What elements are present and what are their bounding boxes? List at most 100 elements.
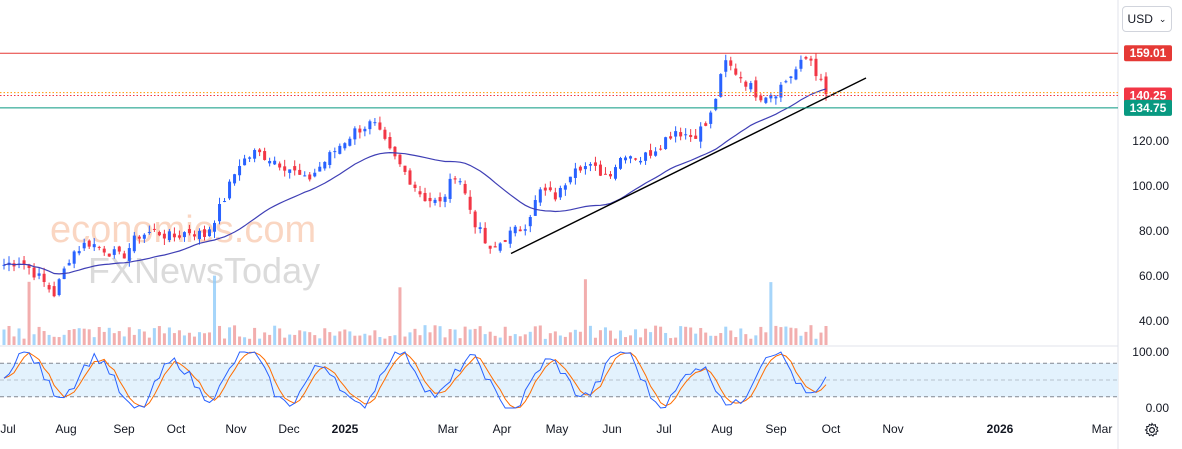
candle-body	[598, 164, 602, 176]
candle-body	[488, 245, 492, 249]
candle-body	[122, 253, 126, 259]
volume-bar	[563, 336, 567, 345]
candle-body	[704, 123, 708, 126]
candle-body	[493, 246, 497, 248]
candle-body	[548, 187, 552, 191]
price-chart[interactable]: economies.com FXNewsToday 40.0060.0080.0…	[0, 0, 1182, 449]
candle-body	[268, 160, 272, 164]
volume-bar	[137, 329, 141, 345]
volume-bar	[634, 329, 638, 345]
volume-bar	[824, 326, 828, 345]
volume-bar	[177, 330, 181, 345]
volume-bar	[749, 338, 753, 345]
volume-bar	[258, 338, 262, 345]
price-levels[interactable]	[0, 52, 1118, 109]
volume-bar	[804, 331, 808, 345]
volume-bar	[338, 331, 342, 345]
candle-body	[22, 260, 26, 264]
volume-bar	[714, 335, 718, 345]
price-level-labels: 159.01140.25134.75	[1124, 45, 1172, 116]
y-tick-label: 60.00	[1139, 269, 1169, 283]
candle-body	[463, 183, 467, 194]
volume-bar	[213, 275, 217, 345]
volume-bar	[117, 331, 121, 345]
candle-body	[187, 229, 191, 234]
candle-body	[659, 148, 663, 150]
candle-body	[288, 169, 292, 173]
candle-body	[654, 151, 658, 156]
candle-body	[674, 131, 678, 137]
x-tick-label: Jul	[0, 422, 15, 436]
x-tick-label: Aug	[711, 422, 732, 436]
candle-body	[202, 229, 206, 237]
trendline[interactable]	[510, 77, 867, 255]
candle-body	[157, 232, 161, 236]
volume-bar	[333, 335, 337, 345]
volume-bar	[132, 334, 136, 345]
volume-bar	[629, 335, 633, 345]
candle-body	[408, 170, 412, 185]
volume-bar	[669, 338, 673, 345]
candle-body	[308, 174, 312, 180]
candle-body	[343, 143, 347, 149]
candle-body	[368, 121, 372, 130]
candle-body	[613, 167, 617, 179]
candle-body	[373, 122, 377, 124]
candle-body	[318, 166, 322, 172]
candle-body	[483, 227, 487, 244]
volume-bar	[533, 326, 537, 345]
candle-body	[568, 176, 572, 183]
candle-body	[794, 69, 798, 80]
currency-selector[interactable]: USD ⌄	[1122, 6, 1172, 32]
candle-body	[774, 96, 778, 99]
candle-body	[303, 175, 307, 177]
volume-bar	[624, 337, 628, 345]
candle-body	[729, 60, 733, 66]
volume-bar	[573, 329, 577, 345]
gear-icon[interactable]	[1141, 419, 1163, 441]
volume-bar	[223, 338, 227, 345]
candle-body	[378, 122, 382, 130]
volume-bar	[393, 335, 397, 345]
candle-body	[689, 134, 693, 138]
volume-bar	[674, 337, 678, 345]
volume-bar	[238, 336, 242, 345]
volume-bar	[734, 337, 738, 345]
volume-bar	[654, 325, 658, 345]
volume-bar	[744, 334, 748, 345]
volume-bar	[689, 327, 693, 345]
candle-body	[593, 162, 597, 166]
chevron-down-icon: ⌄	[1158, 13, 1167, 24]
candle-body	[443, 196, 447, 202]
candle-body	[528, 216, 532, 227]
volume-bar	[87, 329, 91, 345]
volume-bar	[664, 332, 668, 345]
volume-bar	[613, 338, 617, 345]
volume-bar	[503, 326, 507, 345]
volume-bar	[288, 334, 292, 345]
candle-body	[273, 160, 277, 165]
volume-bar	[202, 333, 206, 345]
candle-body	[102, 248, 106, 253]
candle-body	[553, 192, 557, 200]
candle-body	[353, 128, 357, 140]
volume-bar	[588, 325, 592, 345]
volume-bar	[373, 330, 377, 345]
price-level-label: 159.01	[1130, 46, 1167, 60]
candle-body	[814, 58, 818, 77]
candle-body	[142, 234, 146, 239]
candle-body	[583, 166, 587, 170]
volume-bar	[488, 331, 492, 345]
volume-bar	[413, 328, 417, 345]
y-tick-label: 100.00	[1132, 179, 1169, 193]
volume-bar	[618, 330, 623, 345]
volume-bar	[293, 334, 297, 345]
volume-bar	[187, 332, 191, 345]
volume-bar	[578, 331, 582, 345]
volume-bar	[468, 329, 472, 345]
candle-body	[588, 164, 592, 166]
volume-bar	[523, 334, 527, 345]
candle-body	[418, 191, 422, 195]
candle-body	[77, 251, 81, 254]
volume-bar	[37, 326, 41, 345]
